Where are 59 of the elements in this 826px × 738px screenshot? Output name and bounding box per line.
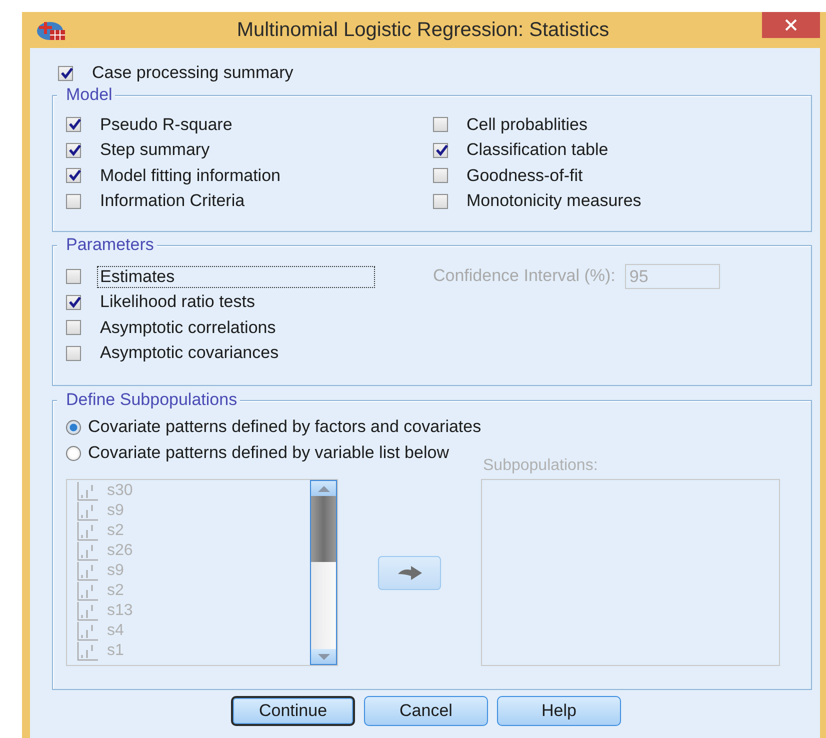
checkbox-label[interactable]: Asymptotic correlations [98, 318, 278, 338]
scale-icon [77, 501, 99, 521]
scale-icon [77, 641, 99, 661]
scale-icon [77, 561, 99, 581]
radio-button[interactable] [66, 446, 81, 460]
scale-icon [77, 581, 99, 601]
checkbox[interactable] [66, 168, 81, 184]
checkbox[interactable] [66, 142, 81, 158]
close-icon [785, 19, 797, 31]
list-label: Subpopulations: [483, 457, 599, 476]
check-icon [68, 169, 82, 182]
radio-label[interactable]: Covariate patterns defined by factors and covariates [88, 417, 482, 437]
checkbox-label[interactable]: Pseudo R-square [98, 114, 234, 135]
group-title: Define Subpopulations [57, 390, 240, 410]
checkbox[interactable] [66, 194, 81, 209]
checkbox-label[interactable]: Asymptotic covariances [98, 343, 281, 364]
checkbox[interactable] [66, 269, 81, 284]
check-icon [434, 144, 448, 156]
scale-icon [77, 541, 99, 561]
up-arrow-icon [316, 484, 330, 492]
field-label: Confidence Interval (%): [433, 265, 616, 287]
checkbox-label[interactable]: Classification table [464, 140, 610, 160]
down-arrow-icon [316, 652, 330, 660]
checkbox[interactable] [432, 117, 448, 132]
checkbox[interactable] [432, 194, 448, 209]
move-button[interactable] [378, 556, 441, 590]
scale-icon [77, 481, 99, 501]
arrow-icon [396, 564, 422, 580]
radio-label[interactable]: Covariate patterns defined by variable list below [88, 443, 449, 463]
checkbox[interactable] [432, 168, 448, 184]
scale-icon [77, 521, 99, 541]
checkbox-label[interactable]: Information Criteria [98, 191, 247, 212]
checkbox[interactable] [58, 66, 73, 80]
checkbox[interactable] [66, 320, 81, 336]
radio-button[interactable] [66, 420, 81, 434]
check-icon [68, 296, 82, 308]
close-button[interactable] [762, 12, 820, 38]
checkbox-label[interactable]: Estimates [98, 266, 374, 287]
checkbox-label[interactable]: Cell probablities [464, 114, 590, 135]
check-icon [68, 144, 82, 156]
dialog-button[interactable]: Cancel [364, 696, 488, 726]
checkbox-label[interactable]: Case processing summary [90, 63, 296, 83]
checkbox-label[interactable]: Model fitting information [98, 166, 282, 186]
check-icon [68, 118, 82, 130]
scale-icon [77, 601, 99, 621]
dialog-button[interactable]: Help [497, 696, 621, 726]
checkbox-label[interactable]: Goodness-of-fit [464, 166, 585, 186]
scale-icon [77, 621, 99, 641]
checkbox[interactable] [66, 117, 81, 132]
window-title: Multinomial Logistic Regression: Statistics [236, 18, 610, 42]
checkbox[interactable] [432, 142, 448, 158]
checkbox-label[interactable]: Step summary [98, 140, 212, 160]
app-icon [36, 19, 66, 41]
checkbox[interactable] [66, 294, 81, 310]
dialog-button[interactable]: Continue [231, 696, 355, 726]
checkbox-label[interactable]: Monotonicity measures [464, 191, 644, 212]
checkbox[interactable] [66, 346, 81, 361]
check-icon [60, 66, 74, 78]
checkbox-label[interactable]: Likelihood ratio tests [98, 292, 257, 312]
